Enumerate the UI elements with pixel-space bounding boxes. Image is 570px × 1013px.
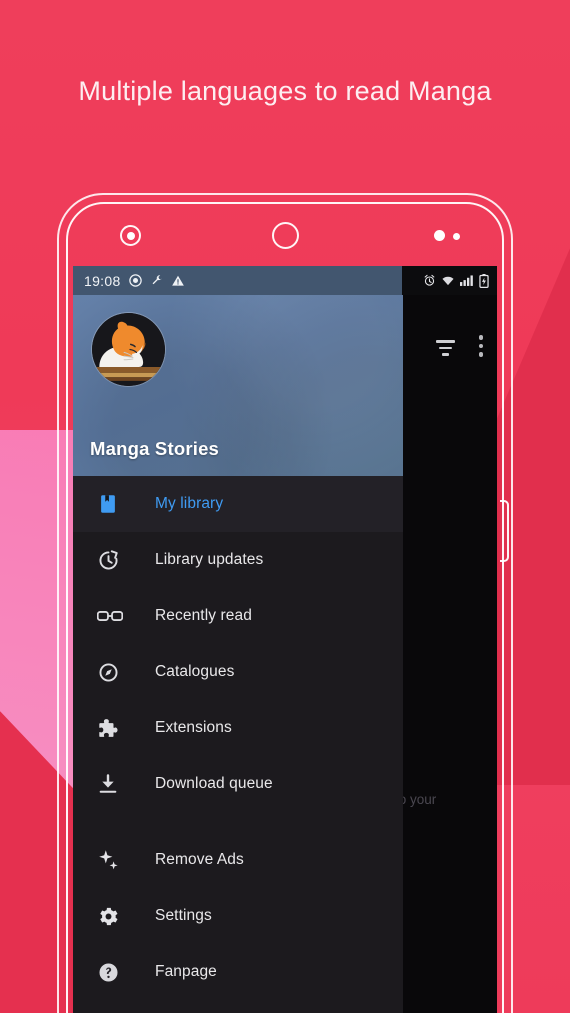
navigation-drawer: Manga Stories My library Library updates… <box>73 295 403 1013</box>
sidebar-item-fanpage[interactable]: Fanpage <box>73 944 403 1000</box>
gear-icon <box>97 905 129 928</box>
wrench-icon <box>150 274 164 288</box>
fox-avatar-icon <box>92 313 165 386</box>
sidebar-item-settings[interactable]: Settings <box>73 888 403 944</box>
sparkles-icon <box>97 848 129 872</box>
sidebar-item-label: Library updates <box>155 551 264 568</box>
sidebar-item-label: Recently read <box>155 607 252 624</box>
status-bar: 19:08 <box>73 266 497 295</box>
sidebar-item-catalogues[interactable]: Catalogues <box>73 644 403 700</box>
signal-icon <box>460 274 474 287</box>
sidebar-item-extensions[interactable]: Extensions <box>73 700 403 756</box>
sidebar-item-label: Extensions <box>155 719 232 736</box>
sidebar-item-label: Fanpage <box>155 963 217 980</box>
sidebar-item-library-updates[interactable]: Library updates <box>73 532 403 588</box>
drawer-header: Manga Stories <box>73 295 403 476</box>
sidebar-item-my-library[interactable]: My library <box>73 476 403 532</box>
download-icon <box>97 773 129 795</box>
sensor-icon <box>453 233 460 240</box>
speaker-icon <box>272 222 299 249</box>
sidebar-item-label: My library <box>155 495 224 512</box>
wifi-icon <box>441 274 455 287</box>
sensor-icon <box>434 230 445 241</box>
status-bar-clock: 19:08 <box>84 272 121 289</box>
status-bar-right <box>423 266 497 295</box>
puzzle-icon <box>97 717 129 740</box>
sidebar-item-label: Settings <box>155 907 212 924</box>
warning-icon <box>171 274 185 288</box>
sidebar-item-recently-read[interactable]: Recently read <box>73 588 403 644</box>
app-bar-actions <box>435 335 483 357</box>
book-icon <box>97 493 129 515</box>
promo-screenshot: Multiple languages to read Manga 19:08 t… <box>0 0 570 1013</box>
filter-icon[interactable] <box>435 335 455 356</box>
sidebar-item-download-queue[interactable]: Download queue <box>73 756 403 812</box>
sidebar-item-remove-ads[interactable]: Remove Ads <box>73 832 403 888</box>
overflow-menu-icon[interactable] <box>478 335 483 357</box>
help-circle-icon <box>97 961 129 984</box>
camera-icon <box>120 225 141 246</box>
app-title: Manga Stories <box>90 438 220 459</box>
record-icon <box>128 273 143 288</box>
alarm-icon <box>423 274 436 287</box>
status-bar-left: 19:08 <box>73 266 402 295</box>
sidebar-item-label: Download queue <box>155 775 273 792</box>
sidebar-item-label: Remove Ads <box>155 851 244 868</box>
compass-icon <box>97 661 129 684</box>
promo-headline: Multiple languages to read Manga <box>78 76 492 106</box>
sidebar-item-label: Catalogues <box>155 663 235 680</box>
history-icon <box>97 549 129 572</box>
glasses-icon <box>97 607 129 625</box>
power-button <box>500 500 509 562</box>
drawer-menu: My library Library updates Recently read… <box>73 476 403 1000</box>
menu-group-divider <box>73 812 403 832</box>
phone-screen: 19:08 to your Manga Stories My library L… <box>73 266 497 1013</box>
battery-icon <box>479 273 489 288</box>
